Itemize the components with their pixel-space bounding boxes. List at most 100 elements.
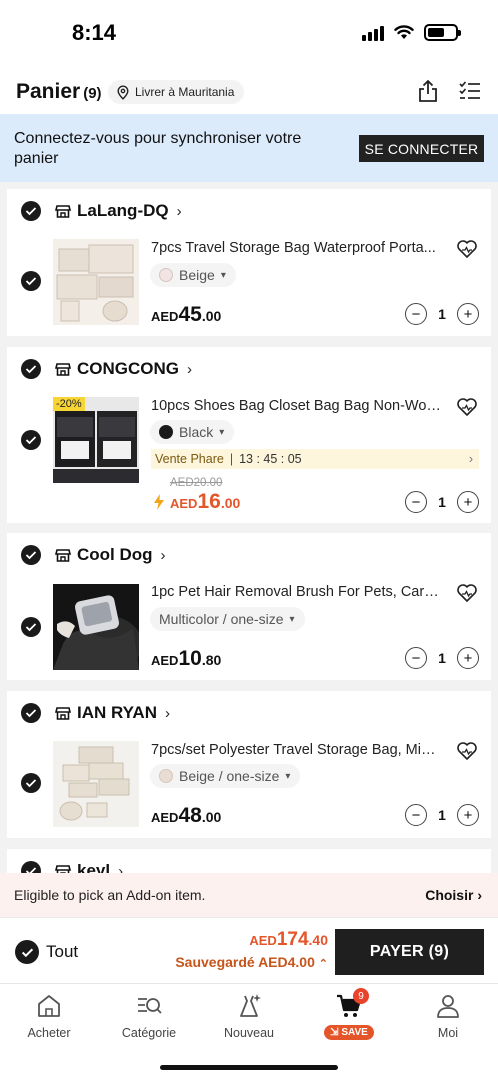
- addon-text: Eligible to pick an Add-on item.: [14, 887, 206, 903]
- store-name: CONGCONG: [77, 359, 179, 378]
- increase-button[interactable]: +: [456, 491, 479, 513]
- product-image[interactable]: [53, 741, 139, 827]
- product-image[interactable]: [53, 239, 139, 325]
- item-checkbox[interactable]: [21, 617, 41, 637]
- flash-divider: |: [229, 452, 234, 466]
- total-integer: 174: [276, 929, 309, 950]
- login-button[interactable]: SE CONNECTER: [359, 135, 484, 162]
- check-icon: [25, 623, 37, 632]
- quantity-value[interactable]: 1: [438, 650, 446, 666]
- store-checkbox[interactable]: [21, 703, 41, 723]
- decrease-button[interactable]: −: [405, 804, 427, 826]
- store-header[interactable]: CONGCONG ›: [55, 359, 192, 379]
- store-header[interactable]: Cool Dog ›: [55, 545, 166, 565]
- tab-categorie[interactable]: Catégorie: [104, 992, 194, 1040]
- chevron-right-icon: ›: [160, 546, 166, 564]
- wishlist-icon[interactable]: [456, 397, 478, 417]
- ship-to-label: Livrer à Mauritania: [135, 85, 235, 99]
- decrease-button[interactable]: −: [405, 491, 427, 513]
- price-integer: 10: [178, 647, 202, 670]
- chevron-right-icon: ›: [187, 360, 192, 378]
- discount-badge: -20%: [53, 397, 85, 411]
- tab-moi[interactable]: Moi: [403, 992, 493, 1040]
- flash-timer: 13 : 45 : 05: [239, 452, 302, 466]
- increase-button[interactable]: +: [456, 804, 479, 826]
- item-price: AED 48.00: [151, 804, 221, 828]
- product-image[interactable]: [53, 584, 139, 670]
- color-swatch: [159, 769, 173, 783]
- addon-link-label: Choisir: [425, 887, 474, 903]
- tab-nouveau[interactable]: Nouveau: [204, 992, 294, 1040]
- quantity-value[interactable]: 1: [438, 494, 446, 510]
- quantity-stepper: − 1 +: [405, 647, 479, 669]
- check-icon: [25, 709, 37, 718]
- price-integer: 45: [178, 303, 202, 326]
- savings-label: Sauvegardé AED4.00: [175, 954, 315, 970]
- savings-toggle[interactable]: Sauvegardé AED4.00 ⌃: [175, 954, 328, 970]
- login-prompt: Connectez-vous pour synchroniser votre p…: [14, 130, 302, 167]
- store-name: Cool Dog: [77, 545, 153, 564]
- item-price: AED 10.80: [151, 647, 221, 671]
- product-image[interactable]: -20%: [53, 397, 139, 483]
- wishlist-icon[interactable]: [456, 741, 478, 761]
- total-currency: AED: [249, 933, 277, 948]
- store-header[interactable]: IAN RYAN ›: [55, 703, 170, 723]
- travel-bags-image: [53, 239, 139, 325]
- store-checkbox[interactable]: [21, 545, 41, 565]
- variant-selector[interactable]: Multicolor / one-size ▾: [150, 607, 305, 631]
- tab-label: Moi: [437, 1026, 459, 1040]
- product-title[interactable]: 1pc Pet Hair Removal Brush For Pets, Car…: [151, 584, 441, 600]
- item-checkbox[interactable]: [21, 773, 41, 793]
- variant-selector[interactable]: Beige ▾: [150, 263, 236, 287]
- variant-label: Beige: [179, 267, 215, 283]
- select-all-label[interactable]: Tout: [46, 942, 78, 962]
- share-icon[interactable]: [415, 78, 441, 104]
- product-title[interactable]: 7pcs/set Polyester Travel Storage Bag, M…: [151, 742, 441, 758]
- ship-to-selector[interactable]: Livrer à Mauritania: [108, 80, 245, 104]
- variant-selector[interactable]: Black ▾: [150, 420, 235, 444]
- store-checkbox[interactable]: [21, 359, 41, 379]
- increase-button[interactable]: +: [456, 647, 479, 669]
- location-pin-icon: [117, 84, 129, 100]
- product-title[interactable]: 7pcs Travel Storage Bag Waterproof Porta…: [151, 240, 441, 256]
- product-title[interactable]: 10pcs Shoes Bag Closet Bag Bag Non-Wov..…: [151, 398, 441, 414]
- pet-brush-image: [53, 584, 139, 670]
- store-header[interactable]: LaLang-DQ ›: [55, 201, 182, 221]
- category-icon: [138, 998, 162, 1014]
- chevron-down-icon: ▾: [289, 613, 295, 625]
- tab-acheter[interactable]: Acheter: [4, 992, 94, 1040]
- flash-sale-label: Vente Phare: [155, 452, 224, 466]
- login-banner: Connectez-vous pour synchroniser votre p…: [0, 114, 498, 182]
- variant-selector[interactable]: Beige / one-size ▾: [150, 764, 301, 788]
- price-currency: AED: [151, 309, 179, 324]
- decrease-button[interactable]: −: [405, 303, 427, 325]
- tab-cart[interactable]: 9 ⇲ SAVE: [304, 988, 394, 1040]
- tab-label: Catégorie: [121, 1026, 177, 1040]
- chevron-up-icon: ⌃: [318, 958, 328, 970]
- quantity-stepper: − 1 +: [405, 804, 479, 826]
- store-icon: [55, 707, 71, 720]
- lightning-icon: [154, 494, 164, 510]
- store-checkbox[interactable]: [21, 201, 41, 221]
- quantity-stepper: − 1 +: [405, 303, 479, 325]
- addon-choose-link[interactable]: Choisir ›: [425, 887, 482, 903]
- quantity-value[interactable]: 1: [438, 306, 446, 322]
- flash-sale-bar[interactable]: Vente Phare | 13 : 45 : 05 ›: [151, 449, 479, 469]
- price-integer: 48: [178, 804, 202, 827]
- decrease-button[interactable]: −: [405, 647, 427, 669]
- addon-banner: Eligible to pick an Add-on item. Choisir…: [0, 873, 498, 917]
- pay-button[interactable]: PAYER (9): [335, 929, 484, 975]
- status-time: 8:14: [72, 20, 117, 45]
- increase-button[interactable]: +: [456, 303, 479, 325]
- wishlist-icon[interactable]: [456, 239, 478, 259]
- chevron-right-icon: ›: [468, 452, 473, 466]
- item-price: AED 45.00: [151, 303, 221, 327]
- page-title-text: Panier: [16, 80, 81, 103]
- cart-icon-wrap: 9: [335, 988, 369, 1020]
- select-all-checkbox[interactable]: [15, 940, 39, 964]
- item-checkbox[interactable]: [21, 430, 41, 450]
- item-checkbox[interactable]: [21, 271, 41, 291]
- checklist-icon[interactable]: [457, 78, 483, 104]
- quantity-value[interactable]: 1: [438, 807, 446, 823]
- wishlist-icon[interactable]: [456, 583, 478, 603]
